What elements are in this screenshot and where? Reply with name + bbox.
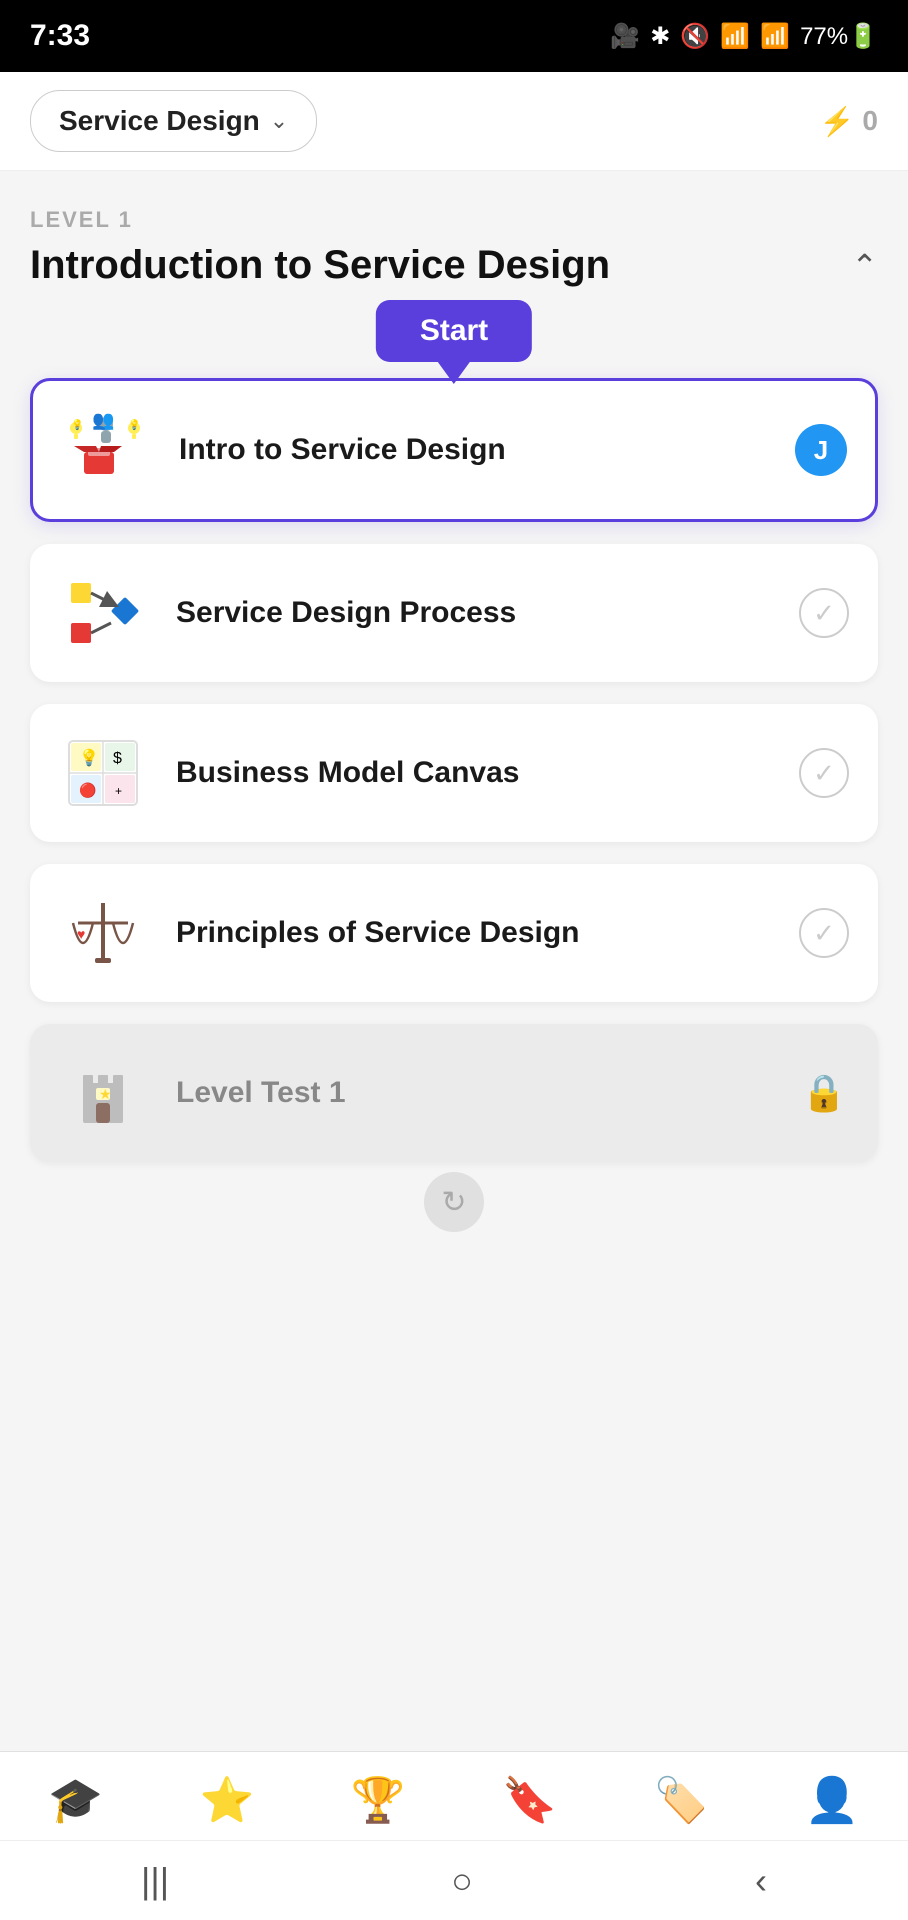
- nav-item-bookmark[interactable]: 🔖: [482, 1768, 577, 1832]
- test-svg-icon: ★: [63, 1053, 143, 1133]
- svg-text:🔴: 🔴: [79, 782, 96, 799]
- camera-icon: 🎥: [610, 22, 640, 51]
- intro-svg-icon: 💡 💡 👥: [66, 410, 146, 490]
- avatar-badge: J: [795, 424, 847, 476]
- lesson-card-intro[interactable]: 💡 💡 👥 Intro to Service Design J: [30, 378, 878, 522]
- check-icon-canvas: ✓: [799, 748, 849, 798]
- level-title-row: Introduction to Service Design ⌃: [30, 243, 878, 288]
- mute-icon: 🔇: [680, 22, 710, 51]
- lesson-status-process: ✓: [798, 587, 850, 639]
- lesson-status-test: 🔒: [798, 1067, 850, 1119]
- level-title: Introduction to Service Design: [30, 243, 851, 288]
- svg-text:👥: 👥: [92, 410, 114, 430]
- bookmark-icon: 🔖: [502, 1774, 557, 1826]
- bottom-nav: 🎓 ⭐ 🏆 🔖 🏷️ 👤: [0, 1751, 908, 1840]
- status-icons: 🎥 ✱ 🔇 📶 📶 77%🔋: [610, 22, 878, 51]
- trophy-icon: 🏆: [351, 1774, 406, 1826]
- lesson-name-intro: Intro to Service Design: [179, 433, 795, 467]
- tag-icon: 🏷️: [654, 1774, 709, 1826]
- nav-item-profile[interactable]: 👤: [785, 1768, 880, 1832]
- lessons-list: Start 💡: [30, 318, 878, 1162]
- lesson-icon-principles: ♥: [58, 888, 148, 978]
- status-bar: 7:33 🎥 ✱ 🔇 📶 📶 77%🔋: [0, 0, 908, 72]
- score-count: 0: [862, 105, 878, 137]
- lesson-status-intro: J: [795, 424, 847, 476]
- battery-text: 77%🔋: [800, 22, 878, 51]
- header: Service Design ⌄ ⚡ 0: [0, 72, 908, 171]
- lesson-status-canvas: ✓: [798, 747, 850, 799]
- scroll-hint: ↻: [30, 1162, 878, 1236]
- lesson-icon-intro: 💡 💡 👥: [61, 405, 151, 495]
- svg-text:♥: ♥: [77, 926, 85, 942]
- sys-back-button[interactable]: ‹: [755, 1860, 767, 1902]
- lesson-card-process[interactable]: Service Design Process ✓: [30, 544, 878, 682]
- profile-icon: 👤: [805, 1774, 860, 1826]
- nav-item-trophy[interactable]: 🏆: [331, 1768, 426, 1832]
- canvas-svg-icon: 💡 $ 🔴 +: [63, 733, 143, 813]
- main-content: LEVEL 1 Introduction to Service Design ⌃…: [0, 171, 908, 1751]
- home-icon: 🎓: [48, 1774, 103, 1826]
- check-icon-process: ✓: [799, 588, 849, 638]
- wifi-icon: 📶: [720, 22, 750, 51]
- svg-text:$: $: [113, 750, 122, 767]
- svg-text:💡: 💡: [71, 418, 83, 431]
- lightning-icon: ⚡: [820, 105, 855, 138]
- start-tooltip: Start: [376, 300, 532, 384]
- level-label: LEVEL 1: [30, 207, 878, 233]
- lesson-card-principles[interactable]: ♥ Principles of Service Design ✓: [30, 864, 878, 1002]
- scroll-icon: ↻: [424, 1172, 484, 1232]
- nav-item-stars[interactable]: ⭐: [180, 1768, 275, 1832]
- course-selector[interactable]: Service Design ⌄: [30, 90, 317, 152]
- collapse-icon[interactable]: ⌃: [851, 247, 878, 285]
- nav-item-tag[interactable]: 🏷️: [634, 1768, 729, 1832]
- stars-icon: ⭐: [200, 1774, 255, 1826]
- lesson-card-test[interactable]: ★ Level Test 1 🔒: [30, 1024, 878, 1162]
- svg-text:+: +: [115, 784, 122, 798]
- sys-menu-button[interactable]: |||: [141, 1860, 169, 1902]
- check-icon-principles: ✓: [799, 908, 849, 958]
- signal-icon: 📶: [760, 22, 790, 51]
- svg-text:💡: 💡: [128, 418, 140, 431]
- principles-svg-icon: ♥: [63, 893, 143, 973]
- lesson-name-test: Level Test 1: [176, 1076, 798, 1110]
- lesson-name-principles: Principles of Service Design: [176, 916, 798, 950]
- svg-text:★: ★: [99, 1086, 112, 1102]
- sys-home-button[interactable]: ○: [451, 1860, 473, 1902]
- nav-item-home[interactable]: 🎓: [28, 1768, 123, 1832]
- bluetooth-icon: ✱: [650, 22, 670, 51]
- status-time: 7:33: [30, 19, 90, 53]
- lesson-card-canvas[interactable]: 💡 $ 🔴 + Business Model Canvas ✓: [30, 704, 878, 842]
- lesson-icon-canvas: 💡 $ 🔴 +: [58, 728, 148, 818]
- lesson-name-canvas: Business Model Canvas: [176, 756, 798, 790]
- process-svg-icon: [63, 573, 143, 653]
- system-nav: ||| ○ ‹: [0, 1840, 908, 1920]
- tooltip-arrow: [438, 362, 470, 384]
- lesson-icon-test: ★: [58, 1048, 148, 1138]
- header-right: ⚡ 0: [820, 105, 878, 138]
- lesson-icon-process: [58, 568, 148, 658]
- lesson-name-process: Service Design Process: [176, 596, 798, 630]
- tooltip-label: Start: [376, 300, 532, 362]
- lesson-status-principles: ✓: [798, 907, 850, 959]
- chevron-down-icon: ⌄: [270, 108, 288, 134]
- course-selector-label: Service Design: [59, 105, 260, 137]
- lock-icon: 🔒: [802, 1072, 847, 1114]
- svg-text:💡: 💡: [79, 748, 99, 767]
